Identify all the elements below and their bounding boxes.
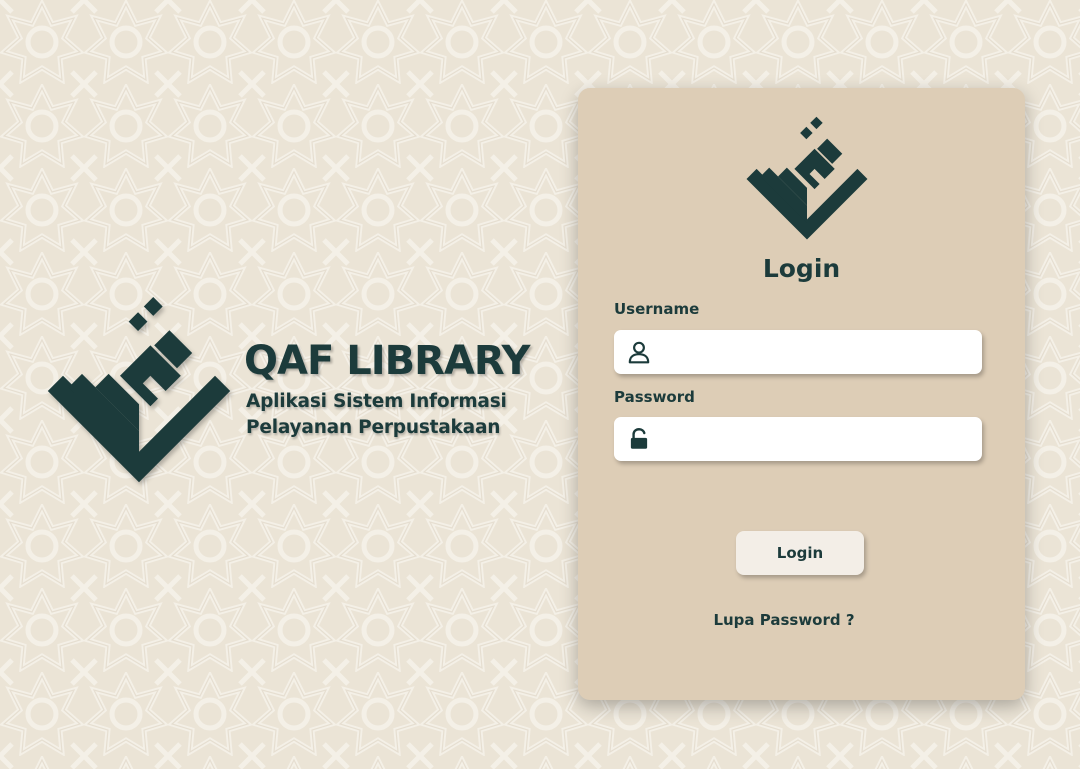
password-label: Password [614, 388, 695, 406]
username-label: Username [614, 300, 700, 318]
username-input[interactable] [664, 330, 973, 376]
login-button[interactable]: Login [736, 531, 864, 575]
password-input[interactable] [664, 417, 973, 463]
app-subtitle-line2: Pelayanan Perpustakaan [246, 417, 501, 438]
qaf-logo-icon [47, 297, 231, 483]
app-subtitle-line1: Aplikasi Sistem Informasi [246, 391, 507, 412]
username-field-container[interactable] [614, 330, 982, 376]
qaf-logo-icon [746, 116, 868, 240]
login-title: Login [762, 254, 841, 283]
forgot-password-link[interactable]: Lupa Password ? [578, 611, 990, 629]
lock-icon [630, 428, 648, 449]
brand-block: QAF LIBRARY Aplikasi Sistem Informasi Pe… [44, 296, 544, 486]
user-icon [628, 341, 650, 364]
password-field-container[interactable] [614, 417, 982, 463]
app-title: QAF LIBRARY [244, 338, 530, 384]
login-card: Login Username Password Login Lupa Passw… [578, 88, 1025, 700]
